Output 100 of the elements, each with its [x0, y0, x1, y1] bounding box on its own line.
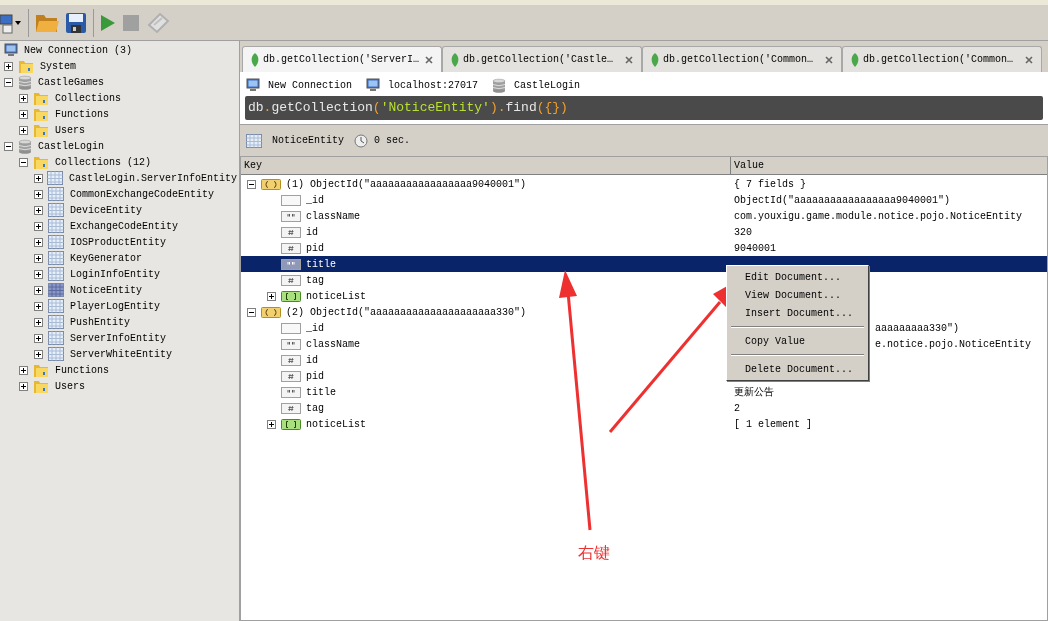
menu-item[interactable]: Edit Document... — [727, 268, 868, 286]
expand-icon[interactable] — [34, 285, 43, 295]
key-cell-text: _id — [306, 193, 324, 208]
table-icon — [48, 219, 64, 233]
key-cell-text: id — [306, 353, 318, 368]
table-icon — [48, 299, 64, 313]
key-cell-text: className — [306, 209, 360, 224]
query-tab[interactable]: db.getCollection('ServerI… — [242, 46, 442, 72]
tree-item[interactable]: Users — [53, 122, 87, 138]
tree-item[interactable]: Functions — [53, 106, 111, 122]
query-token: ). — [489, 99, 506, 118]
breadcrumb-item: CastleLogin — [514, 78, 581, 93]
expand-icon[interactable] — [19, 93, 28, 103]
save-icon[interactable] — [65, 11, 87, 34]
expand-icon[interactable] — [267, 291, 276, 301]
expand-icon[interactable] — [19, 125, 28, 135]
expand-icon[interactable] — [34, 189, 43, 199]
tree-item[interactable]: IOSProductEntity — [68, 234, 168, 250]
expand-icon[interactable] — [34, 317, 43, 327]
folder-icon — [18, 58, 34, 74]
tree-item[interactable]: CastleLogin.ServerInfoEntity — [66, 170, 239, 186]
close-icon[interactable] — [625, 55, 633, 64]
tree-item[interactable]: Functions — [53, 362, 111, 378]
key-cell-text: noticeList — [306, 417, 366, 432]
leaf-icon — [451, 52, 459, 67]
key-cell-text: title — [306, 385, 336, 400]
tree-item[interactable]: KeyGenerator — [68, 250, 144, 266]
key-cell-text: (2) ObjectId("aaaaaaaaaaaaaaaaaaaaa330") — [286, 305, 527, 320]
collapse-icon[interactable] — [247, 179, 256, 189]
table-icon — [48, 187, 64, 201]
menu-item[interactable]: View Document... — [727, 286, 868, 304]
key-cell-text: pid — [306, 369, 324, 384]
expand-icon[interactable] — [34, 237, 43, 247]
breadcrumb-item: localhost:27017 — [388, 78, 479, 93]
computer-icon — [366, 78, 380, 92]
tree-item[interactable]: ServerWhiteEntity — [68, 346, 175, 362]
query-editor[interactable]: db.getCollection('NoticeEntity').find({}) — [245, 96, 1043, 120]
query-time: 0 sec. — [374, 134, 411, 148]
query-tab[interactable]: db.getCollection('Common… — [642, 46, 842, 72]
query-tab[interactable]: db.getCollection('Castle… — [442, 46, 642, 72]
tree-item[interactable]: ExchangeCodeEntity — [68, 218, 181, 234]
expand-icon[interactable] — [34, 205, 43, 215]
leaf-icon — [251, 52, 259, 67]
expand-icon[interactable] — [34, 269, 43, 279]
value-cell: 9040001 — [734, 242, 776, 254]
connect-icon[interactable] — [0, 11, 22, 34]
table-icon — [46, 171, 63, 185]
value-cell: com.youxigu.game.module.notice.pojo.NoticeEntity — [734, 210, 1023, 222]
menu-item[interactable]: Copy Value — [727, 332, 868, 350]
tree-item[interactable]: CommonExchangeCodeEntity — [68, 186, 217, 202]
database-icon — [18, 138, 32, 154]
menu-item[interactable]: Insert Document... — [727, 304, 868, 322]
tree-item[interactable]: Collections — [53, 90, 123, 106]
close-icon[interactable] — [425, 55, 433, 64]
folder-icon — [33, 378, 49, 394]
tree-item[interactable]: New Connection (3) — [22, 42, 135, 58]
key-cell-text: pid — [306, 241, 324, 256]
collapse-icon[interactable] — [19, 157, 28, 167]
annotation-label: 右键 — [578, 542, 610, 564]
expand-icon[interactable] — [34, 349, 43, 359]
value-cell: 更新公告 — [734, 386, 774, 398]
key-cell-text: (1) ObjectId("aaaaaaaaaaaaaaaaa9040001") — [286, 177, 527, 192]
number-icon — [281, 274, 301, 286]
column-header[interactable]: Key — [241, 157, 731, 174]
query-tab[interactable]: db.getCollection('Common… — [842, 46, 1042, 72]
tree-item[interactable]: DeviceEntity — [68, 202, 144, 218]
tree-item[interactable]: PlayerLogEntity — [68, 298, 162, 314]
close-icon[interactable] — [825, 55, 833, 64]
expand-icon[interactable] — [19, 109, 28, 119]
expand-icon[interactable] — [34, 253, 43, 263]
expand-icon[interactable] — [19, 381, 28, 391]
tree-item[interactable]: Collections (12) — [53, 154, 153, 170]
number-icon — [281, 402, 301, 414]
expand-icon[interactable] — [34, 221, 43, 231]
column-header[interactable]: Value — [731, 157, 1047, 174]
collapse-icon[interactable] — [247, 307, 256, 317]
expand-icon[interactable] — [34, 333, 43, 343]
expand-icon[interactable] — [34, 173, 43, 183]
expand-icon[interactable] — [19, 365, 28, 375]
value-cell: 320 — [734, 226, 752, 238]
tree-item[interactable]: PushEntity — [68, 314, 132, 330]
tree-item[interactable]: Users — [53, 378, 87, 394]
tree-item[interactable]: System — [38, 58, 78, 74]
menu-item[interactable]: Delete Document... — [727, 360, 868, 378]
expand-icon[interactable] — [267, 419, 276, 429]
collapse-icon[interactable] — [4, 77, 13, 87]
tree-item[interactable]: LoginInfoEntity — [68, 266, 162, 282]
tree-item[interactable]: CastleLogin — [36, 138, 106, 154]
string-icon — [281, 386, 301, 398]
expand-icon[interactable] — [34, 301, 43, 311]
value-cell: [ 1 element ] — [734, 418, 812, 430]
collapse-icon[interactable] — [4, 141, 13, 151]
tab-label: db.getCollection('Castle… — [463, 53, 614, 67]
key-cell-text: title — [306, 257, 336, 272]
expand-icon[interactable] — [4, 61, 13, 71]
tree-item[interactable]: CastleGames — [36, 74, 106, 90]
tree-item[interactable]: ServerInfoEntity — [68, 330, 168, 346]
field-icon — [281, 322, 301, 334]
folder-icon — [33, 106, 49, 122]
close-icon[interactable] — [1025, 55, 1033, 64]
